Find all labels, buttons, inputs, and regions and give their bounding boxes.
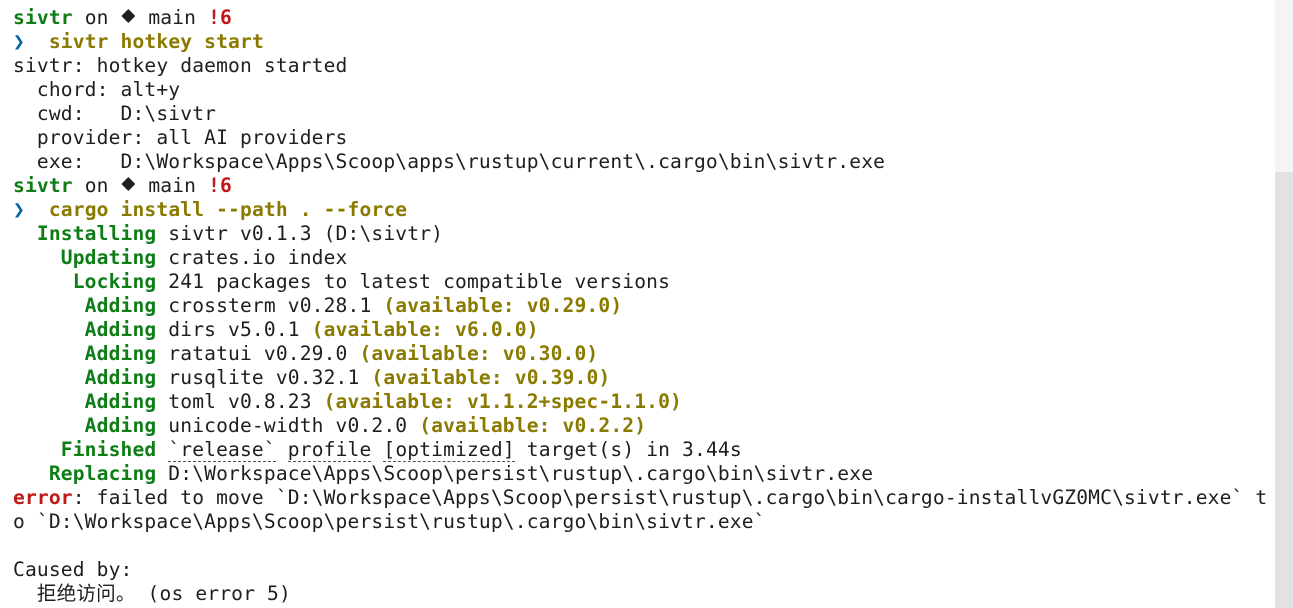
available-version: (available: v0.29.0) xyxy=(383,294,623,317)
cargo-line: Installing sivtr v0.1.3 (D:\sivtr) xyxy=(13,222,1275,246)
terminal-output: sivtr on ⯁ main !6 ❯ sivtr hotkey start … xyxy=(13,6,1275,606)
cargo-adding-line: Adding toml v0.8.23 (available: v1.1.2+s… xyxy=(13,390,1275,414)
output-line: chord: alt+y xyxy=(13,78,181,101)
cargo-status-label: Adding xyxy=(13,318,157,341)
cargo-line: Finished `release` profile [optimized] t… xyxy=(13,438,1275,462)
available-version: (available: v0.2.2) xyxy=(419,414,647,437)
output-line: sivtr: hotkey daemon started xyxy=(13,54,348,77)
cargo-status-text: rusqlite v0.32.1 xyxy=(156,366,372,389)
cargo-line: Updating crates.io index xyxy=(13,246,1275,270)
available-version: (available: v0.30.0) xyxy=(359,342,599,365)
prompt-branch: main xyxy=(148,6,197,29)
scrollbar-track[interactable] xyxy=(1275,0,1293,608)
cargo-status-label: Adding xyxy=(13,414,157,437)
output-line: exe: D:\Workspace\Apps\Scoop\apps\rustup… xyxy=(13,150,886,173)
cargo-status-text: toml v0.8.23 xyxy=(156,390,324,413)
cargo-adding-line: Adding rusqlite v0.32.1 (available: v0.3… xyxy=(13,366,1275,390)
cargo-text xyxy=(371,438,383,461)
cargo-text xyxy=(156,438,168,461)
cargo-status-text: sivtr v0.1.3 (D:\sivtr) xyxy=(156,222,444,245)
output-line: cwd: D:\sivtr xyxy=(13,102,217,125)
caused-by-line: Caused by: xyxy=(13,558,133,581)
cargo-adding-line: Adding unicode-width v0.2.0 (available: … xyxy=(13,414,1275,438)
prompt-chevron-icon: ❯ xyxy=(13,198,25,221)
cargo-status-label: Installing xyxy=(13,222,157,245)
error-line: error: failed to move `D:\Workspace\Apps… xyxy=(13,486,1275,510)
cause-line: 拒绝访问。 (os error 5) xyxy=(13,582,291,605)
cargo-text: target(s) in 3.44s xyxy=(514,438,742,461)
cargo-line: Replacing D:\Workspace\Apps\Scoop\persis… xyxy=(13,462,1275,486)
available-version: (available: v0.39.0) xyxy=(371,366,611,389)
prompt-branch: main xyxy=(148,174,197,197)
cargo-status-text: crossterm v0.28.1 xyxy=(156,294,384,317)
cargo-status-text: unicode-width v0.2.0 xyxy=(156,414,420,437)
prompt-git-status: !6 xyxy=(208,174,232,197)
cargo-status-label: Adding xyxy=(13,390,157,413)
cargo-status-label: Locking xyxy=(13,270,157,293)
command-text: sivtr hotkey start xyxy=(48,30,264,53)
error-label: error xyxy=(13,486,73,509)
cargo-status-label: Replacing xyxy=(13,462,157,485)
error-text: : failed to move `D:\Workspace\Apps\Scoo… xyxy=(72,486,1268,509)
release-link[interactable]: `release` xyxy=(168,438,276,462)
cargo-status-label: Adding xyxy=(13,294,157,317)
prompt-chevron-icon: ❯ xyxy=(13,30,25,53)
output-line: provider: all AI providers xyxy=(13,126,348,149)
available-version: (available: v1.1.2+spec-1.1.0) xyxy=(323,390,683,413)
prompt-git-status: !6 xyxy=(208,6,232,29)
prompt-line: sivtr on ⯁ main !6 xyxy=(13,6,1275,30)
cargo-adding-line: Adding ratatui v0.29.0 (available: v0.30… xyxy=(13,342,1275,366)
scrollbar-thumb[interactable] xyxy=(1275,172,1293,608)
prompt-line: sivtr on ⯁ main !6 xyxy=(13,174,1275,198)
prompt-dir: sivtr xyxy=(13,6,73,29)
cargo-status-label: Adding xyxy=(13,366,157,389)
cargo-line: Locking 241 packages to latest compatibl… xyxy=(13,270,1275,294)
cargo-status-text: ratatui v0.29.0 xyxy=(156,342,360,365)
command-line: ❯ sivtr hotkey start xyxy=(13,30,1275,54)
prompt-on: on xyxy=(84,6,109,29)
error-line: o `D:\Workspace\Apps\Scoop\persist\rustu… xyxy=(13,510,766,533)
cargo-adding-line: Adding dirs v5.0.1 (available: v6.0.0) xyxy=(13,318,1275,342)
optimized-link[interactable]: [optimized] xyxy=(383,438,515,462)
git-branch-icon: ⯁ xyxy=(120,174,137,197)
cargo-adding-line: Adding crossterm v0.28.1 (available: v0.… xyxy=(13,294,1275,318)
cargo-text xyxy=(276,438,288,461)
command-line: ❯ cargo install --path . --force xyxy=(13,198,1275,222)
profile-link[interactable]: profile xyxy=(287,438,372,462)
cargo-status-label: Finished xyxy=(13,438,157,461)
cargo-status-label: Adding xyxy=(13,342,157,365)
available-version: (available: v6.0.0) xyxy=(311,318,539,341)
terminal-window[interactable]: sivtr on ⯁ main !6 ❯ sivtr hotkey start … xyxy=(0,0,1293,608)
cargo-status-label: Updating xyxy=(13,246,157,269)
prompt-dir: sivtr xyxy=(13,174,73,197)
cargo-status-text: dirs v5.0.1 xyxy=(156,318,312,341)
cargo-status-text: crates.io index xyxy=(156,246,348,269)
command-text: cargo install --path . --force xyxy=(48,198,408,221)
cargo-status-text: 241 packages to latest compatible versio… xyxy=(156,270,671,293)
prompt-on: on xyxy=(84,174,109,197)
cargo-status-text: D:\Workspace\Apps\Scoop\persist\rustup\.… xyxy=(156,462,874,485)
git-branch-icon: ⯁ xyxy=(120,6,137,29)
